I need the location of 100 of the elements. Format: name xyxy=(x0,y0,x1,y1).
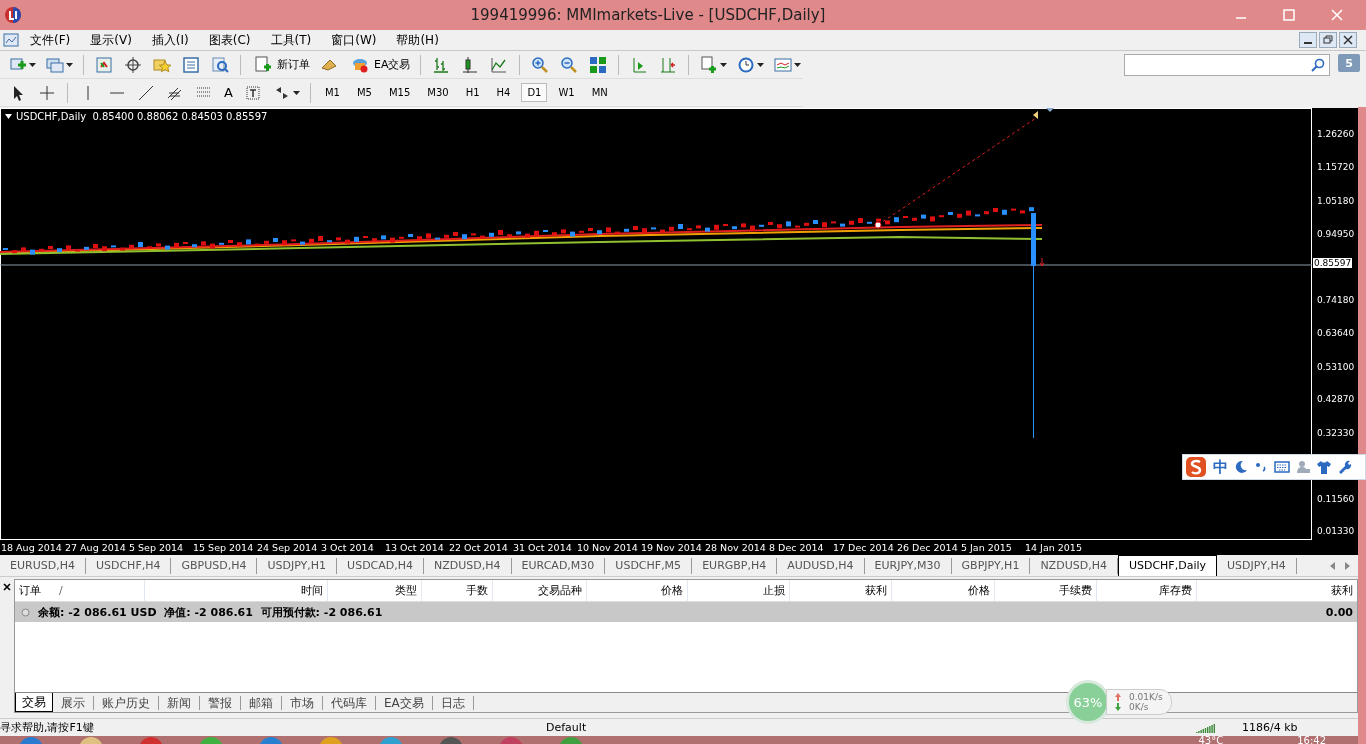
column-header[interactable]: 库存费 xyxy=(1097,580,1197,601)
keyboard-icon[interactable] xyxy=(1274,461,1290,473)
chart-tab[interactable]: USDCAD,H4 xyxy=(337,558,425,574)
caret-icon[interactable] xyxy=(66,62,73,67)
text-tool[interactable]: A xyxy=(221,85,236,100)
ime-logo-icon[interactable] xyxy=(1185,456,1207,478)
menu-item[interactable]: 图表(C) xyxy=(197,31,260,49)
timeframe-button[interactable]: M1 xyxy=(318,83,346,102)
timeframe-button[interactable]: M5 xyxy=(350,83,378,102)
autoscroll-icon[interactable] xyxy=(630,55,649,74)
taskbar-app-icon[interactable] xyxy=(78,736,104,744)
column-header[interactable]: 价格 xyxy=(892,580,995,601)
terminal-tab[interactable]: 市场 xyxy=(282,696,323,710)
chart-tab[interactable]: USDCHF,M5 xyxy=(605,558,693,574)
column-header[interactable]: 手续费 xyxy=(995,580,1097,601)
chart-tab[interactable]: GBPJPY,H1 xyxy=(951,558,1031,574)
restore-icon[interactable] xyxy=(1319,32,1337,48)
terminal-tab[interactable]: 日志 xyxy=(432,696,474,710)
terminal-tab[interactable]: 展示 xyxy=(53,696,94,710)
chart-tab[interactable]: EURGBP,H4 xyxy=(692,558,778,574)
scroll-right-icon[interactable] xyxy=(1344,562,1350,570)
collapse-triangle-icon[interactable] xyxy=(5,114,12,119)
chart-shift-icon[interactable] xyxy=(659,55,678,74)
column-header[interactable]: 价格 xyxy=(587,580,688,601)
download-arrow-icon xyxy=(1115,703,1121,711)
close-icon[interactable] xyxy=(3,583,11,591)
column-header[interactable]: 时间 xyxy=(145,580,328,601)
column-header[interactable]: 手数 xyxy=(422,580,493,601)
text-label-icon[interactable] xyxy=(243,83,262,102)
minimize-icon[interactable] xyxy=(1299,32,1317,48)
tile-windows-icon[interactable] xyxy=(589,55,608,74)
column-header[interactable]: 止损 xyxy=(688,580,790,601)
timeframe-button[interactable]: H1 xyxy=(459,83,486,102)
scroll-left-icon[interactable] xyxy=(1330,562,1336,570)
search-field[interactable] xyxy=(1124,54,1330,76)
column-header[interactable]: 订单 / xyxy=(15,580,145,601)
menu-item[interactable]: 显示(V) xyxy=(79,31,141,49)
terminal-tab[interactable]: 警报 xyxy=(200,696,241,710)
timeframe-button[interactable]: W1 xyxy=(552,83,581,102)
bar-chart-icon[interactable] xyxy=(432,55,451,74)
terminal-tab[interactable]: 交易 xyxy=(15,693,53,712)
chart-tab[interactable]: EURJPY,M30 xyxy=(864,558,952,574)
template-icon[interactable] xyxy=(774,55,793,74)
menu-item[interactable]: 插入(I) xyxy=(140,31,198,49)
menu-item[interactable]: 文件(F) xyxy=(19,31,80,49)
chart-tab[interactable]: NZDUSD,H4 xyxy=(424,558,512,574)
chart-tab[interactable]: EURUSD,H4 xyxy=(0,558,86,574)
input-mode-toggle[interactable]: 中 xyxy=(1213,457,1228,477)
search-icon[interactable] xyxy=(1311,58,1325,72)
new-order-button[interactable]: 新订单 xyxy=(249,55,312,74)
date-label: 15 Sep 2014 xyxy=(193,542,255,553)
terminal-tab[interactable]: 代码库 xyxy=(323,696,376,710)
column-header[interactable]: 获利 xyxy=(1197,580,1357,601)
timeframe-button[interactable]: H4 xyxy=(490,83,517,102)
terminal-tab[interactable]: EA交易 xyxy=(376,696,433,710)
clock-icon[interactable] xyxy=(737,55,756,74)
chart-tab[interactable]: USDCHF,H4 xyxy=(85,558,172,574)
magnifier-icon[interactable] xyxy=(211,55,229,74)
caret-icon[interactable] xyxy=(292,90,300,95)
candlestick-icon[interactable] xyxy=(461,55,480,74)
window-icon[interactable] xyxy=(182,55,200,74)
document-plus-icon[interactable] xyxy=(254,55,272,74)
wrench-icon[interactable] xyxy=(1338,460,1352,474)
indicator-plus-icon[interactable] xyxy=(700,55,719,74)
moon-icon[interactable] xyxy=(1234,460,1248,474)
trend-line-icon[interactable] xyxy=(137,83,155,102)
market-watch-icon[interactable] xyxy=(95,55,113,74)
chart-tab[interactable]: NZDUSD,H4 xyxy=(1030,558,1118,574)
terminal-tab[interactable]: 邮箱 xyxy=(241,696,282,710)
menu-item[interactable]: 窗口(W) xyxy=(320,31,386,49)
menu-item[interactable]: 帮助(H) xyxy=(385,31,448,49)
column-header[interactable]: 类型 xyxy=(328,580,422,601)
column-header[interactable]: 交易品种 xyxy=(493,580,587,601)
chart-tab[interactable]: AUDUSD,H4 xyxy=(777,558,865,574)
column-header[interactable]: 获利 xyxy=(790,580,892,601)
timeframe-button[interactable]: M15 xyxy=(382,83,417,102)
close-icon[interactable] xyxy=(1339,32,1357,48)
caret-icon[interactable] xyxy=(29,62,36,67)
terminal-tab[interactable]: 新闻 xyxy=(159,696,200,710)
user-lock-icon[interactable] xyxy=(1296,460,1310,474)
timeframe-button[interactable]: MN xyxy=(585,83,614,102)
menu-item[interactable]: 工具(T) xyxy=(259,31,321,49)
zoom-in-icon[interactable] xyxy=(531,55,550,74)
caret-icon[interactable] xyxy=(757,62,765,67)
line-chart-icon[interactable] xyxy=(490,55,509,74)
chart-tab[interactable]: USDJPY,H4 xyxy=(1217,558,1297,574)
chart-tab[interactable]: GBPUSD,H4 xyxy=(171,558,258,574)
timeframe-button[interactable]: M30 xyxy=(421,83,455,102)
punctuation-icon[interactable] xyxy=(1254,460,1268,474)
caret-icon[interactable] xyxy=(794,62,802,67)
zoom-out-icon[interactable] xyxy=(560,55,579,74)
caret-icon[interactable] xyxy=(720,62,728,67)
chart-tab[interactable]: USDJPY,H1 xyxy=(257,558,338,574)
shirt-icon[interactable] xyxy=(1316,460,1332,474)
timeframe-button[interactable]: D1 xyxy=(521,83,548,102)
crosshair-icon[interactable] xyxy=(124,55,142,74)
ea-trading-button[interactable]: EA交易 xyxy=(346,55,413,74)
chart-tab[interactable]: USDCHF,Daily xyxy=(1117,555,1218,576)
chart-tab[interactable]: EURCAD,M30 xyxy=(511,558,606,574)
terminal-tab[interactable]: 账户历史 xyxy=(94,696,159,710)
